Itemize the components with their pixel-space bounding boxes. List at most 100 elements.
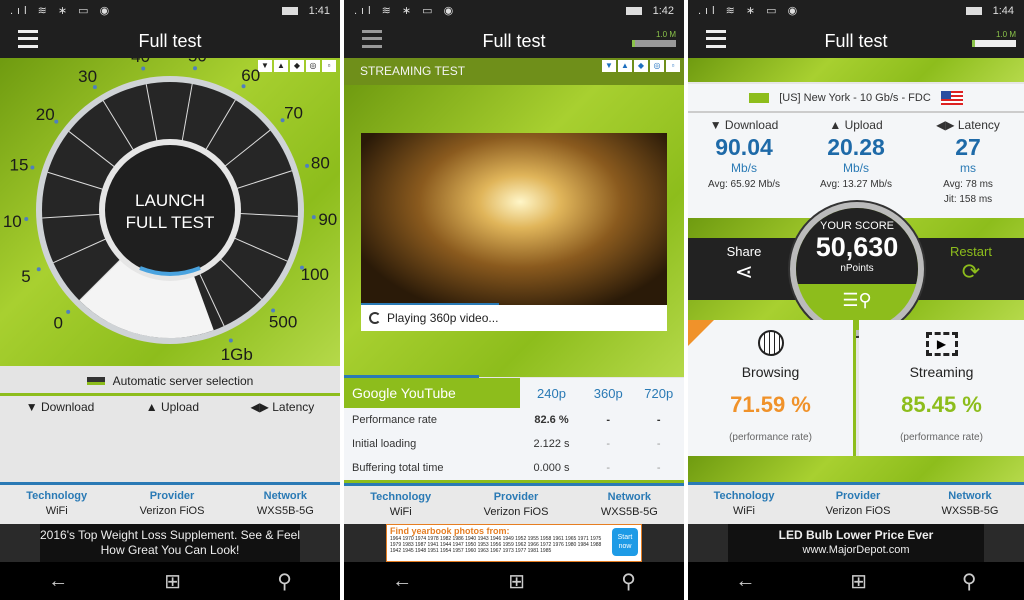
ad-banner[interactable]: 2016's Top Weight Loss Supplement. See &… <box>0 524 340 562</box>
server-icon <box>86 377 105 385</box>
status-icons: .ıl ≋ ∗ ▭ ◉ <box>698 5 802 17</box>
provider-value: Verizon FiOS <box>139 505 205 517</box>
gauge-dot <box>311 215 316 220</box>
server-info[interactable]: [US] New York - 10 Gb/s - FDC <box>688 84 1024 113</box>
upload-label: Upload <box>160 400 199 414</box>
cell-value: - <box>656 414 661 426</box>
ad-start-button[interactable]: Start now <box>612 528 638 556</box>
gauge-scale-label: 80 <box>311 154 330 173</box>
app-header: Full test 1.0 M <box>688 22 1024 58</box>
share-button[interactable]: Share ⋖ <box>716 244 772 285</box>
launch-label: LAUNCH <box>135 191 205 210</box>
server-selection[interactable]: Automatic server selection <box>0 366 340 396</box>
download-icon: ▼ <box>25 400 41 414</box>
browsing-label: Browsing <box>741 364 800 380</box>
score-details-icon[interactable]: ☰⚲ <box>796 290 918 311</box>
score-unit: nPoints <box>840 263 874 274</box>
restart-icon: ⟳ <box>961 259 981 284</box>
latency-icon: ◀▶ <box>936 118 958 132</box>
restart-button[interactable]: Restart ⟳ <box>936 244 1006 285</box>
cell-value: 82.6 % <box>534 414 569 426</box>
windows-home-icon[interactable]: ⊞ <box>164 569 181 594</box>
nav-bar: ← ⊞ ⚲ <box>0 562 340 600</box>
table-row: Buffering total time 0.000 s - - <box>344 456 684 480</box>
back-icon[interactable]: ← <box>735 570 755 593</box>
cell-value: 0.000 s <box>533 462 570 474</box>
page-title: Full test <box>138 31 202 51</box>
streaming-label: Streaming <box>909 364 974 380</box>
ad-banner[interactable]: LED Bulb Lower Price Ever www.MajorDepot.… <box>688 524 1024 562</box>
row-label: Initial loading <box>352 438 417 450</box>
gauge-scale-label: 10 <box>3 212 22 231</box>
technology-label: Technology <box>370 491 432 503</box>
app-header: Full test <box>0 22 340 58</box>
row-label: Buffering total time <box>352 462 444 474</box>
score-badge[interactable]: YOUR SCORE 50,630 nPoints ☰⚲ <box>790 202 924 336</box>
gauge-scale-label: 50 <box>188 58 207 65</box>
technology-label: Technology <box>26 490 88 502</box>
browsing-card[interactable]: Browsing 71.59 % (performance rate) <box>688 320 856 456</box>
back-icon[interactable]: ← <box>392 570 412 593</box>
network-value: WXS5B-5G <box>256 505 314 517</box>
network-info: Technology WiFi Provider Verizon FiOS Netw… <box>0 482 340 524</box>
clock: 1:42 <box>652 5 674 17</box>
gauge-scale-label: 60 <box>241 66 260 85</box>
cell-value: 2.122 s <box>533 438 570 450</box>
windows-home-icon[interactable]: ⊞ <box>850 569 867 594</box>
upload-icon: ▲ <box>829 118 845 132</box>
score-value: 50,630 <box>815 232 899 262</box>
gauge-scale-label: 20 <box>36 105 55 124</box>
latency-filter-icon[interactable]: ◆ <box>634 60 648 72</box>
download-filter-icon[interactable]: ▼ <box>602 60 616 72</box>
network-label: Network <box>607 491 652 503</box>
loading-spinner-icon <box>369 312 381 324</box>
row-label: Performance rate <box>352 414 437 426</box>
technology-value: WiFi <box>45 505 68 517</box>
video-progress-track <box>361 303 667 305</box>
video-player[interactable] <box>361 133 667 305</box>
search-icon[interactable]: ⚲ <box>962 569 977 594</box>
cell-value: - <box>656 462 661 474</box>
latency-value: 27 <box>955 134 981 160</box>
gauge-dot <box>36 267 41 272</box>
streaming-card[interactable]: ▶ Streaming 85.45 % (performance rate) <box>859 320 1024 456</box>
metric-labels: ▼ Download ▲ Upload ◀▶ Latency <box>0 400 340 414</box>
gauge-dot <box>141 66 146 71</box>
gauge-dot <box>228 338 233 343</box>
launch-full-test-button[interactable]: LAUNCH FULL TEST <box>104 144 236 276</box>
gauge-scale-label: 5 <box>21 267 30 286</box>
score-area: Share ⋖ Restart ⟳ YOUR SCORE 50,630 nPoint… <box>688 202 1024 336</box>
status-bar: .ıl ≋ ∗ ▭ ◉ 1:41 <box>0 0 340 22</box>
cell-value: - <box>606 462 611 474</box>
provider-value: Verizon FiOS <box>825 505 891 517</box>
ad-years: 1964 1970 1974 1978 1982 1986 1940 1943 … <box>390 536 602 554</box>
latency-result: ◀▶ Latency 27 ms Avg: 78 ms Jit: 158 ms <box>912 113 1024 223</box>
full-test-label: FULL TEST <box>125 213 215 232</box>
search-icon[interactable]: ⚲ <box>277 569 292 594</box>
battery-icon <box>966 7 982 15</box>
network-label: Network <box>948 490 992 502</box>
clock: 1:41 <box>308 5 330 17</box>
back-icon[interactable]: ← <box>48 570 68 593</box>
upload-filter-icon[interactable]: ▲ <box>618 60 632 72</box>
share-icon: ⋖ <box>734 259 754 284</box>
download-unit: Mb/s <box>730 161 757 175</box>
download-label: Download <box>40 400 95 414</box>
ad-banner[interactable]: Find yearbook photos from: 1964 1970 197… <box>344 524 684 562</box>
download-avg: Avg: 65.92 Mb/s <box>707 179 781 190</box>
download-result: ▼ Download 90.04 Mb/s Avg: 65.92 Mb/s <box>688 113 800 223</box>
section-header: STREAMING TEST ▼ ▲ ◆ ◎ ▫ <box>344 58 684 85</box>
technology-value: WiFi <box>389 506 412 518</box>
streaming-value: 85.45 % <box>901 392 982 417</box>
windows-home-icon[interactable]: ⊞ <box>508 569 525 594</box>
test-toolbar: ▼ ▲ ◆ ◎ ▫ <box>602 60 680 72</box>
video-play-icon: ▶ <box>925 332 958 356</box>
browsing-note: (performance rate) <box>729 432 812 443</box>
data-usage-label: 1.0 M <box>655 30 676 39</box>
upload-icon: ▲ <box>145 400 161 414</box>
browsing-filter-icon[interactable]: ◎ <box>650 60 664 72</box>
search-icon[interactable]: ⚲ <box>621 569 636 594</box>
gauge-scale-label: 500 <box>269 312 297 331</box>
upload-avg: Avg: 13.27 Mb/s <box>819 179 893 190</box>
streaming-filter-icon[interactable]: ▫ <box>666 60 680 72</box>
